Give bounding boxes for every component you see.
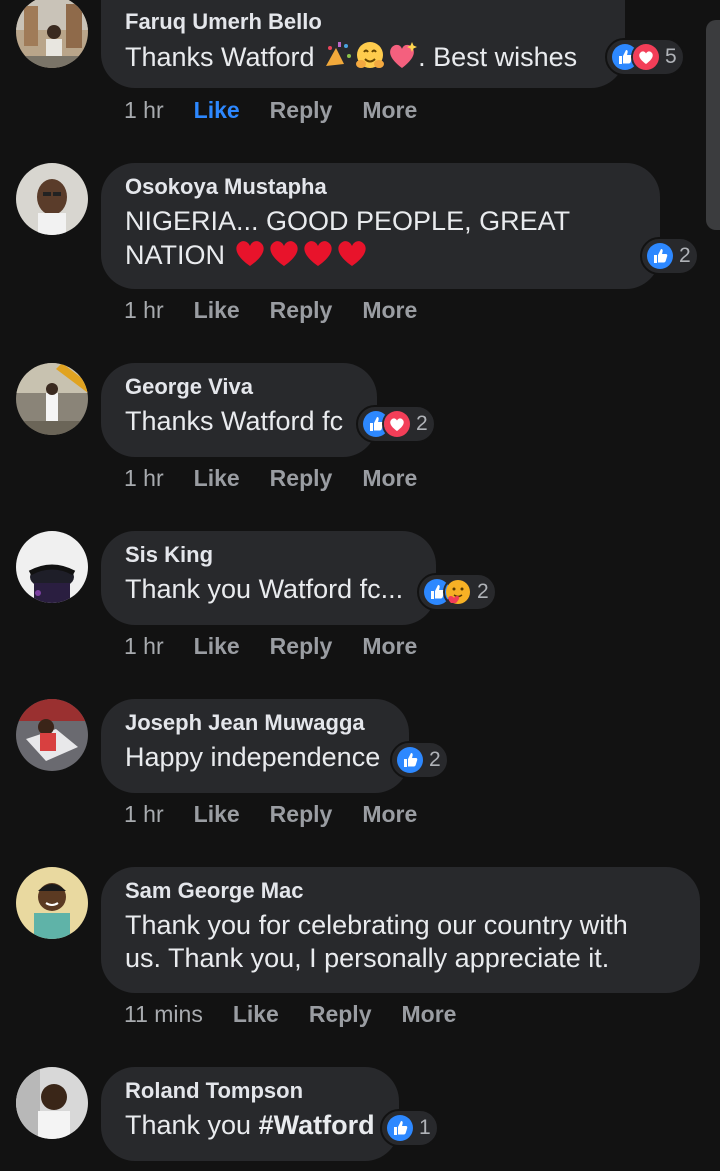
comment-bubble: Osokoya Mustapha NIGERIA... GOOD PEOPLE,… <box>101 163 660 289</box>
comment-bubble: Sis King Thank you Watford fc... <box>101 531 436 625</box>
red-heart-emoji-icon <box>335 238 369 276</box>
comment-actions: 1 hr Like Reply More <box>124 294 447 326</box>
comment-actions: 1 hr Like Reply More <box>124 462 447 494</box>
like-button[interactable]: Like <box>194 633 240 659</box>
scrollbar[interactable] <box>706 20 720 230</box>
like-button[interactable]: Like <box>194 297 240 323</box>
comment-timestamp[interactable]: 1 hr <box>124 633 164 659</box>
like-reaction-icon <box>385 1113 415 1143</box>
comment-timestamp[interactable]: 1 hr <box>124 297 164 323</box>
comment-actions: 1 hr Like Reply More <box>124 798 447 830</box>
reply-button[interactable]: Reply <box>270 297 333 323</box>
reaction-count: 2 <box>416 412 428 435</box>
red-heart-emoji-icon <box>267 238 301 276</box>
avatar[interactable] <box>16 867 88 939</box>
avatar[interactable] <box>16 699 88 771</box>
comment-bubble: Sam George Mac Thank you for celebrating… <box>101 867 700 993</box>
avatar[interactable] <box>16 363 88 435</box>
comment-author[interactable]: Roland Tompson <box>125 1077 377 1105</box>
comment-bubble: Joseph Jean Muwagga Happy independence <box>101 699 409 793</box>
love-reaction-icon <box>631 42 661 72</box>
care-reaction-icon <box>443 577 473 607</box>
reaction-count: 2 <box>477 580 489 603</box>
comment-actions: 1 hr Like Reply More <box>124 630 447 662</box>
comment-timestamp[interactable]: 1 hr <box>124 465 164 491</box>
comment-bubble: George Viva Thanks Watford fc <box>101 363 377 457</box>
like-button[interactable]: Like <box>233 1001 279 1027</box>
reaction-summary[interactable]: 2 <box>640 237 699 275</box>
hashtag-link[interactable]: #Watford <box>259 1110 375 1140</box>
comment-author[interactable]: Faruq Umerh Bello <box>125 8 603 36</box>
reply-button[interactable]: Reply <box>270 633 333 659</box>
confetti-emoji-icon <box>322 40 354 78</box>
more-button[interactable]: More <box>362 297 417 323</box>
comment-author[interactable]: George Viva <box>125 373 355 401</box>
avatar[interactable] <box>16 1067 88 1139</box>
like-button[interactable]: Like <box>194 465 240 491</box>
comment-text: Thanks Watford . Best wishes <box>125 40 603 78</box>
comment-text: NIGERIA... GOOD PEOPLE, GREAT NATION <box>125 205 638 276</box>
reaction-summary[interactable]: 2 <box>417 573 497 611</box>
reply-button[interactable]: Reply <box>270 97 333 123</box>
more-button[interactable]: More <box>402 1001 457 1027</box>
sparkling-heart-emoji-icon <box>386 40 418 78</box>
comment-actions: 1 hr Like Reply More <box>124 94 447 126</box>
more-button[interactable]: More <box>362 465 417 491</box>
avatar[interactable] <box>16 0 88 68</box>
more-button[interactable]: More <box>362 801 417 827</box>
comment-author[interactable]: Osokoya Mustapha <box>125 173 638 201</box>
avatar[interactable] <box>16 163 88 235</box>
love-reaction-icon <box>382 409 412 439</box>
comment-author[interactable]: Sis King <box>125 541 414 569</box>
comment-actions: 11 mins Like Reply More <box>124 998 486 1030</box>
comment-author[interactable]: Joseph Jean Muwagga <box>125 709 387 737</box>
reaction-summary[interactable]: 2 <box>390 741 449 779</box>
reaction-summary[interactable]: 5 <box>605 38 685 76</box>
more-button[interactable]: More <box>362 97 417 123</box>
like-button[interactable]: Like <box>194 801 240 827</box>
reply-button[interactable]: Reply <box>270 465 333 491</box>
reaction-summary[interactable]: 2 <box>356 405 436 443</box>
avatar[interactable] <box>16 531 88 603</box>
hugging-face-emoji-icon <box>354 40 386 78</box>
red-heart-emoji-icon <box>233 238 267 276</box>
like-reaction-icon <box>645 241 675 271</box>
comment-text: Thank you Watford fc... <box>125 574 404 604</box>
comment-timestamp[interactable]: 1 hr <box>124 97 164 123</box>
more-button[interactable]: More <box>362 633 417 659</box>
comment-timestamp[interactable]: 11 mins <box>124 1001 203 1027</box>
comment-text: Thank you for celebrating our country wi… <box>125 910 628 973</box>
red-heart-emoji-icon <box>301 238 335 276</box>
like-button[interactable]: Like <box>194 97 240 123</box>
comment-bubble: Roland Tompson Thank you #Watford <box>101 1067 399 1161</box>
comment-author[interactable]: Sam George Mac <box>125 877 678 905</box>
reaction-count: 2 <box>679 244 691 267</box>
comment-timestamp[interactable]: 1 hr <box>124 801 164 827</box>
like-reaction-icon <box>395 745 425 775</box>
comment-text: Thanks Watford fc <box>125 406 344 436</box>
comment-text: Happy independence <box>125 742 381 772</box>
comment-text: Thank you #Watford <box>125 1110 375 1140</box>
reaction-count: 5 <box>665 45 677 68</box>
reaction-count: 1 <box>419 1116 431 1139</box>
reaction-summary[interactable]: 1 <box>380 1109 439 1147</box>
reply-button[interactable]: Reply <box>309 1001 372 1027</box>
reaction-count: 2 <box>429 748 441 771</box>
comment-bubble: Faruq Umerh Bello Thanks Watford . Best … <box>101 0 625 88</box>
reply-button[interactable]: Reply <box>270 801 333 827</box>
